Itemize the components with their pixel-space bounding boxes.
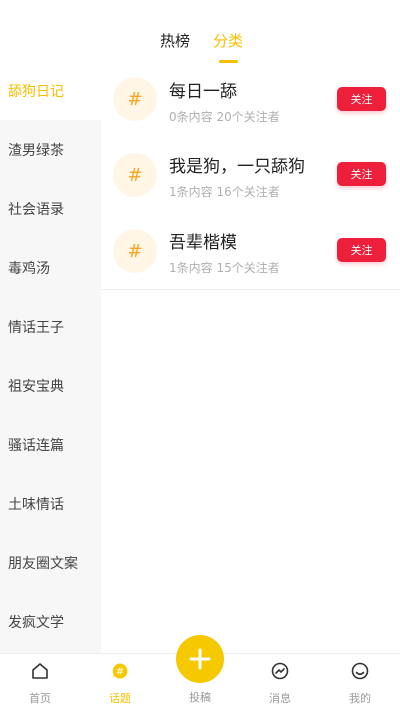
- smile-icon: [351, 662, 369, 680]
- sidebar-item-zuan-guide[interactable]: 祖安宝典: [0, 356, 101, 415]
- message-icon: [271, 662, 289, 680]
- topic-row[interactable]: # 每日一舔 0条内容 20个关注者 关注: [101, 61, 400, 137]
- hashtag-icon: #: [113, 153, 157, 197]
- topic-meta: 1条内容 15个关注者: [169, 261, 280, 275]
- sidebar-item-moments-copy[interactable]: 朋友圈文案: [0, 533, 101, 592]
- topic-row[interactable]: # 我是狗，一只舔狗 1条内容 16个关注者 关注: [101, 137, 400, 213]
- sidebar-item-society-quotes[interactable]: 社会语录: [0, 179, 101, 238]
- topic-title: 吾辈楷模: [169, 233, 237, 253]
- nav-post-label: 投稿: [189, 691, 211, 704]
- nav-topics-label: 话题: [109, 692, 131, 705]
- sidebar-item-tiangou-diary[interactable]: 舔狗日记: [0, 61, 101, 120]
- nav-me-label: 我的: [349, 692, 371, 705]
- plus-icon: [189, 648, 211, 670]
- nav-topics[interactable]: # 话题: [80, 654, 160, 711]
- sidebar-item-cheesy-love[interactable]: 土味情话: [0, 474, 101, 533]
- tab-category[interactable]: 分类: [213, 32, 243, 50]
- sidebar-item-poison-soup[interactable]: 毒鸡汤: [0, 238, 101, 297]
- topic-title: 我是狗，一只舔狗: [169, 157, 305, 177]
- topic-meta: 1条内容 16个关注者: [169, 185, 280, 199]
- post-button[interactable]: [176, 635, 224, 683]
- nav-messages[interactable]: 消息: [240, 654, 320, 711]
- nav-me[interactable]: 我的: [320, 654, 400, 711]
- category-sidebar: 舔狗日记 渣男绿茶 社会语录 毒鸡汤 情话王子 祖安宝典 骚话连篇 土味情话 朋…: [0, 61, 101, 653]
- top-tabs: 热榜 分类: [0, 0, 400, 66]
- follow-button[interactable]: 关注: [337, 238, 386, 262]
- follow-button[interactable]: 关注: [337, 87, 386, 111]
- list-divider: [101, 289, 400, 290]
- hashtag-icon: #: [113, 229, 157, 273]
- topic-icon: #: [112, 663, 128, 679]
- svg-text:#: #: [116, 667, 124, 678]
- nav-home[interactable]: 首页: [0, 654, 80, 711]
- sidebar-item-zhanan-lvcha[interactable]: 渣男绿茶: [0, 120, 101, 179]
- hashtag-icon: #: [113, 77, 157, 121]
- tab-hot[interactable]: 热榜: [160, 32, 190, 50]
- topic-row[interactable]: # 吾辈楷模 1条内容 15个关注者 关注: [101, 213, 400, 289]
- sidebar-item-flirty-talk[interactable]: 骚话连篇: [0, 415, 101, 474]
- sidebar-item-crazy-literature[interactable]: 发疯文学: [0, 592, 101, 651]
- nav-home-label: 首页: [29, 692, 51, 705]
- topic-meta: 0条内容 20个关注者: [169, 110, 280, 124]
- follow-button[interactable]: 关注: [337, 162, 386, 186]
- nav-messages-label: 消息: [269, 692, 291, 705]
- home-icon: [32, 663, 48, 679]
- sidebar-item-love-words-prince[interactable]: 情话王子: [0, 297, 101, 356]
- topic-title: 每日一舔: [169, 82, 237, 102]
